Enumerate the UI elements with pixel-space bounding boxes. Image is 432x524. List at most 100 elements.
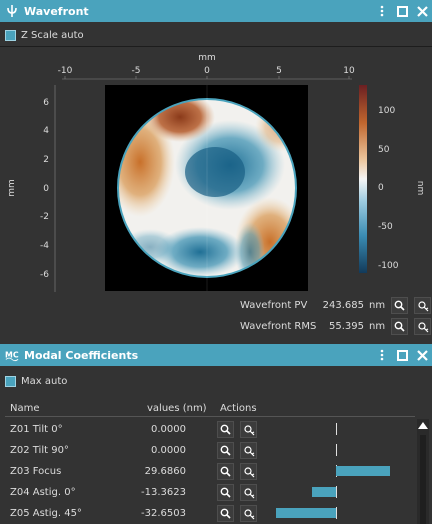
coefficient-bar <box>276 508 336 518</box>
y-tick-label: -2 <box>40 212 49 222</box>
wavefront-pv-row: Wavefront PV 243.685 nm <box>240 297 431 314</box>
search-icon <box>220 508 231 519</box>
search-icon <box>394 300 405 311</box>
scroll-up-icon[interactable] <box>418 422 428 429</box>
x-tick-label: 0 <box>204 66 210 76</box>
coefficient-value: 29.6860 <box>144 466 186 477</box>
max-auto-label: Max auto <box>21 376 68 387</box>
y-tick-label: 0 <box>43 184 49 194</box>
locate-icon <box>243 487 254 498</box>
coefficient-zero-line <box>336 423 337 435</box>
coefficient-value: 0.0000 <box>151 424 186 435</box>
pv-label: Wavefront PV <box>240 300 308 311</box>
x-axis-label: mm <box>198 53 216 63</box>
search-icon <box>220 466 231 477</box>
checkbox-box[interactable] <box>5 376 16 387</box>
coefficient-zoom-button[interactable] <box>217 505 234 522</box>
coefficient-name: Z03 Focus <box>10 466 62 477</box>
coefficient-bar <box>336 466 391 476</box>
search-icon <box>220 424 231 435</box>
y-tick-label: -4 <box>40 241 49 251</box>
coefficient-zero-line <box>336 507 337 519</box>
scrollbar[interactable] <box>417 419 429 524</box>
modal-app-icon: MC <box>5 348 19 362</box>
cbar-tick-label: 50 <box>378 145 390 155</box>
coefficient-row: Z01 Tilt 0° 0.0000 <box>0 419 412 440</box>
scrollbar-track[interactable] <box>420 435 426 524</box>
y-tick-label: 2 <box>43 155 49 165</box>
z-scale-auto-label: Z Scale auto <box>21 30 84 41</box>
x-tick-labels: -10 -5 0 5 10 <box>58 66 355 76</box>
rms-locate-button[interactable] <box>414 318 431 335</box>
coefficient-zero-line <box>336 486 337 498</box>
coefficient-row: Z05 Astig. 45° -32.6503 <box>0 503 412 524</box>
coefficient-value: -32.6503 <box>141 508 186 519</box>
x-tick-label: 10 <box>343 66 355 76</box>
col-header-actions: Actions <box>220 403 257 414</box>
locate-icon <box>243 466 254 477</box>
colorbar-unit-label: nm <box>415 181 425 195</box>
colorbar <box>359 85 367 273</box>
search-icon <box>220 445 231 456</box>
more-options-icon[interactable] <box>376 5 388 17</box>
rms-zoom-button[interactable] <box>391 318 408 335</box>
coefficient-name: Z01 Tilt 0° <box>10 424 63 435</box>
col-header-values: values (nm) <box>147 403 207 414</box>
close-icon[interactable] <box>416 5 428 17</box>
coefficient-locate-button[interactable] <box>240 421 257 438</box>
search-icon <box>220 487 231 498</box>
more-options-icon[interactable] <box>376 349 388 361</box>
coefficient-name: Z02 Tilt 90° <box>10 445 69 456</box>
cbar-tick-label: 100 <box>378 106 395 116</box>
y-tick-label: 6 <box>43 98 49 108</box>
max-auto-checkbox[interactable]: Max auto <box>5 376 67 387</box>
coefficient-locate-button[interactable] <box>240 463 257 480</box>
coefficient-zoom-button[interactable] <box>217 442 234 459</box>
search-icon <box>394 321 405 332</box>
wavefront-app-icon <box>5 4 19 18</box>
rms-unit: nm <box>369 321 386 332</box>
cbar-tick-label: -100 <box>378 261 399 271</box>
x-tick-label: 5 <box>276 66 282 76</box>
pv-value: 243.685 <box>322 300 364 311</box>
coefficient-row: Z04 Astig. 0° -13.3623 <box>0 482 412 503</box>
coefficient-name: Z04 Astig. 0° <box>10 487 76 498</box>
coefficient-zoom-button[interactable] <box>217 463 234 480</box>
coefficient-row: Z02 Tilt 90° 0.0000 <box>0 440 412 461</box>
wavefront-plot: mm -10 -5 0 5 10 mm 6 4 2 0 -2 -4 -6 100… <box>7 53 425 292</box>
maximize-icon[interactable] <box>396 5 408 17</box>
y-tick-label: -6 <box>40 270 49 280</box>
y-axis-label: mm <box>7 179 17 197</box>
coefficient-name: Z05 Astig. 45° <box>10 508 82 519</box>
pv-zoom-button[interactable] <box>391 297 408 314</box>
pv-unit: nm <box>369 300 386 311</box>
maximize-icon[interactable] <box>396 349 408 361</box>
close-icon[interactable] <box>416 349 428 361</box>
locate-icon <box>243 508 254 519</box>
coefficient-locate-button[interactable] <box>240 484 257 501</box>
locate-icon <box>243 445 254 456</box>
coefficient-locate-button[interactable] <box>240 505 257 522</box>
colorbar-tick-labels: 100 50 0 -50 -100 <box>378 106 399 271</box>
rms-label: Wavefront RMS <box>240 321 317 332</box>
coefficient-value: -13.3623 <box>141 487 186 498</box>
wavefront-rms-row: Wavefront RMS 55.395 nm <box>240 318 431 335</box>
locate-icon <box>417 300 428 311</box>
x-tick-label: -5 <box>132 66 141 76</box>
wavefront-titlebar: Wavefront <box>0 0 432 22</box>
coefficient-locate-button[interactable] <box>240 442 257 459</box>
modal-titlebar: MC Modal Coefficients <box>0 344 432 366</box>
y-tick-labels: 6 4 2 0 -2 -4 -6 <box>40 98 49 280</box>
locate-icon <box>243 424 254 435</box>
y-tick-label: 4 <box>43 126 49 136</box>
coefficient-zoom-button[interactable] <box>217 421 234 438</box>
coefficient-zoom-button[interactable] <box>217 484 234 501</box>
coefficient-value: 0.0000 <box>151 445 186 456</box>
checkbox-box[interactable] <box>5 30 16 41</box>
coefficient-bar <box>311 487 336 497</box>
cbar-tick-label: -50 <box>378 222 393 232</box>
pv-locate-button[interactable] <box>414 297 431 314</box>
modal-title: Modal Coefficients <box>24 348 139 362</box>
cbar-tick-label: 0 <box>378 183 384 193</box>
z-scale-auto-checkbox[interactable]: Z Scale auto <box>5 30 84 41</box>
